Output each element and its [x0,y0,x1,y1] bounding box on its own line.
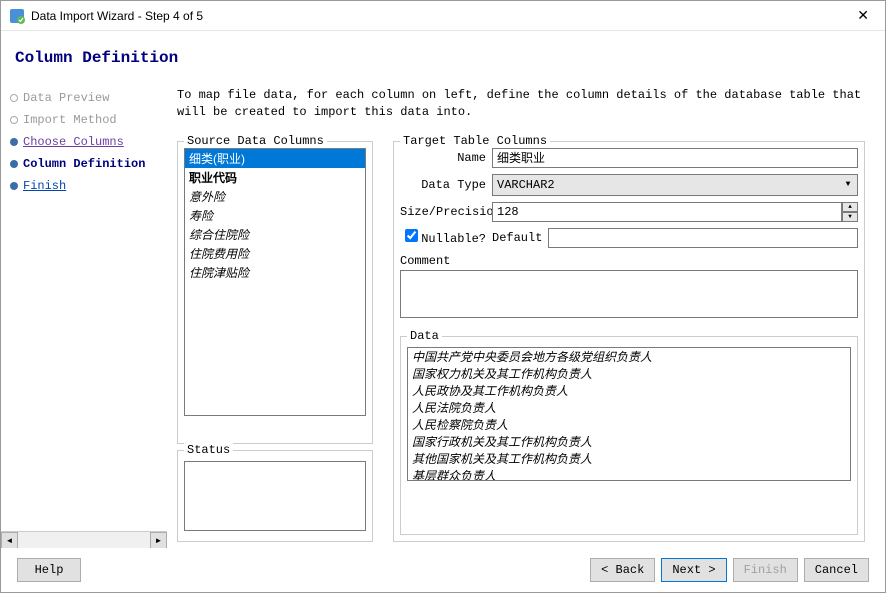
status-box [184,461,366,531]
data-preview-item: 中国共产党中央委员会地方各级党组织负责人 [408,348,850,365]
data-preview-item: 其他国家机关及其工作机构负责人 [408,450,850,467]
step-label: Column Definition [23,157,145,171]
step-label[interactable]: Choose Columns [23,135,124,149]
intro-text: To map file data, for each column on lef… [177,87,865,121]
back-button[interactable]: < Back [590,558,655,582]
target-columns-legend: Target Table Columns [400,135,550,148]
titlebar: Data Import Wizard - Step 4 of 5 ✕ [1,1,885,31]
datatype-label: Data Type [400,178,492,192]
wizard-steps: Data Preview Import Method Choose Columns C… [1,81,167,548]
size-label: Size/Precision [400,205,492,219]
spin-down-icon[interactable]: ▼ [842,212,858,222]
wizard-step: Data Preview [5,87,167,109]
step-label[interactable]: Finish [23,179,66,193]
step-label: Data Preview [23,91,109,105]
source-column-item[interactable]: 细类(职业) [185,149,365,168]
main-panel: To map file data, for each column on lef… [167,81,885,548]
default-label: Default [492,231,548,245]
name-label: Name [400,151,492,165]
data-preview-item: 人民法院负责人 [408,399,850,416]
status-fieldset: Status [177,450,373,542]
step-marker-icon [5,138,23,146]
data-preview-item: 国家权力机关及其工作机构负责人 [408,365,850,382]
content: Data Preview Import Method Choose Columns C… [1,81,885,548]
source-column-item[interactable]: 职业代码 [185,168,365,187]
source-column-item[interactable]: 住院津贴险 [185,263,365,282]
step-marker-icon [5,160,23,168]
source-column-item[interactable]: 住院费用险 [185,244,365,263]
nullable-label: Nullable? [421,232,486,246]
data-preview-item: 人民政协及其工作机构负责人 [408,382,850,399]
cancel-button[interactable]: Cancel [804,558,869,582]
source-column-item[interactable]: 综合住院险 [185,225,365,244]
app-icon [9,8,25,24]
sidebar-scrollbar[interactable]: ◄ ► [1,531,167,548]
source-column-item[interactable]: 意外险 [185,187,365,206]
comment-textarea[interactable] [400,270,858,318]
source-columns-fieldset: Source Data Columns 细类(职业)职业代码意外险寿险综合住院险… [177,141,373,444]
default-input[interactable] [548,228,858,248]
target-columns-fieldset: Target Table Columns Name Data Type ▼ [393,141,865,542]
nullable-checkbox[interactable] [405,229,418,242]
footer: Help < Back Next > Finish Cancel [1,548,885,592]
status-legend: Status [184,443,233,457]
help-button[interactable]: Help [17,558,81,582]
datatype-select[interactable] [492,174,858,196]
comment-label: Comment [400,254,858,268]
source-columns-list[interactable]: 细类(职业)职业代码意外险寿险综合住院险住院费用险住院津贴险 [184,148,366,416]
data-preview-item: 基层群众负责人 [408,467,850,481]
data-preview-item: 国家行政机关及其工作机构负责人 [408,433,850,450]
wizard-step: Column Definition [5,153,167,175]
wizard-step: Import Method [5,109,167,131]
spin-up-icon[interactable]: ▲ [842,202,858,212]
step-marker-icon [5,116,23,124]
wizard-step[interactable]: Finish [5,175,167,197]
step-label: Import Method [23,113,117,127]
data-preview-item: 人民检察院负责人 [408,416,850,433]
window-title: Data Import Wizard - Step 4 of 5 [31,9,849,23]
data-fieldset: Data 中国共产党中央委员会地方各级党组织负责人国家权力机关及其工作机构负责人… [400,336,858,535]
nullable-cell: Nullable? [400,229,492,246]
data-preview-list[interactable]: 中国共产党中央委员会地方各级党组织负责人国家权力机关及其工作机构负责人人民政协及… [407,347,851,481]
step-marker-icon [5,182,23,190]
source-column-item[interactable]: 寿险 [185,206,365,225]
source-columns-legend: Source Data Columns [184,135,327,148]
data-legend: Data [407,329,442,343]
scroll-right-icon[interactable]: ► [150,532,167,548]
step-marker-icon [5,94,23,102]
name-input[interactable] [492,148,858,168]
wizard-step[interactable]: Choose Columns [5,131,167,153]
scroll-left-icon[interactable]: ◄ [1,532,18,548]
size-input[interactable] [492,202,842,222]
next-button[interactable]: Next > [661,558,726,582]
header: Column Definition [1,31,885,81]
close-icon[interactable]: ✕ [849,3,877,28]
page-title: Column Definition [15,49,871,67]
finish-button[interactable]: Finish [733,558,798,582]
wizard-window: Data Import Wizard - Step 4 of 5 ✕ Colum… [0,0,886,593]
